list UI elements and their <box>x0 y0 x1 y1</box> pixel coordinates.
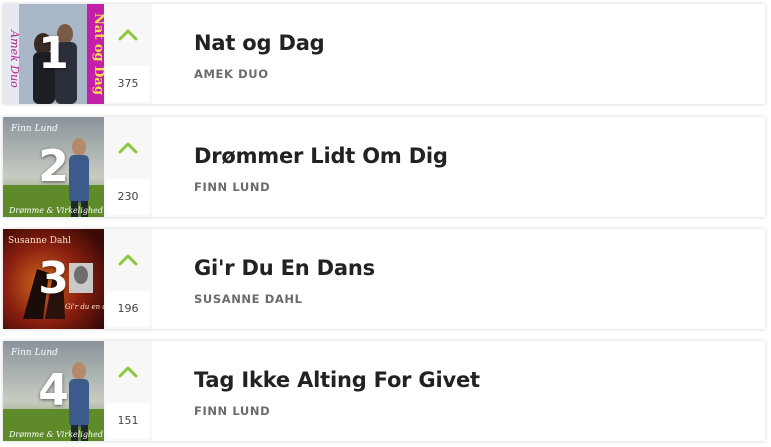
song-title[interactable]: Drømmer Lidt Om Dig <box>194 142 448 170</box>
song-artist[interactable]: FINN LUND <box>194 180 448 194</box>
album-cover[interactable]: Nat og Dag Amek Duo 1 <box>3 4 104 104</box>
chart-entry[interactable]: Finn Lund Drømme & Virkelighed 2 230 Drø… <box>3 117 765 217</box>
album-cover[interactable]: Finn Lund Drømme & Virkelighed 2 <box>3 117 104 217</box>
trend-column: 375 <box>104 4 152 104</box>
song-title[interactable]: Nat og Dag <box>194 29 325 57</box>
song-artist[interactable]: FINN LUND <box>194 404 480 418</box>
rank-number: 3 <box>38 253 69 304</box>
play-count: 151 <box>106 403 150 439</box>
trend-column: 230 <box>104 117 152 217</box>
song-info: Nat og Dag AMEK DUO <box>152 4 325 104</box>
rank-number: 2 <box>38 141 69 192</box>
cover-lettering: Susanne Dahl <box>8 236 71 246</box>
trend-column: 196 <box>104 229 152 329</box>
song-info: Tag Ikke Alting For Givet FINN LUND <box>152 341 480 441</box>
chevron-up-icon <box>118 142 138 154</box>
chevron-up-icon <box>118 254 138 266</box>
chart-entry[interactable]: Finn Lund Drømme & Virkelighed 4 151 Tag… <box>3 341 765 441</box>
song-artist[interactable]: SUSANNE DAHL <box>194 292 375 306</box>
svg-text:Drømme & Virkelighed: Drømme & Virkelighed <box>8 430 103 439</box>
chart-entry[interactable]: Nat og Dag Amek Duo 1 375 Nat og Dag AME… <box>3 4 765 104</box>
chart-entry[interactable]: Susanne Dahl Gi'r du en dans 3 196 Gi'r … <box>3 229 765 329</box>
rank-number: 1 <box>38 28 69 79</box>
rank-number: 4 <box>38 365 69 416</box>
song-title[interactable]: Gi'r Du En Dans <box>194 254 375 282</box>
cover-lettering: Finn Lund <box>10 348 58 358</box>
cover-lettering: Finn Lund <box>10 124 58 134</box>
svg-text:Drømme & Virkelighed: Drømme & Virkelighed <box>8 206 103 215</box>
play-count: 230 <box>106 179 150 215</box>
chevron-up-icon <box>118 29 138 41</box>
album-cover[interactable]: Finn Lund Drømme & Virkelighed 4 <box>3 341 104 441</box>
song-title[interactable]: Tag Ikke Alting For Givet <box>194 366 480 394</box>
trend-column: 151 <box>104 341 152 441</box>
song-artist[interactable]: AMEK DUO <box>194 67 325 81</box>
chart-list: Nat og Dag Amek Duo 1 375 Nat og Dag AME… <box>0 0 771 447</box>
play-count: 375 <box>106 66 150 102</box>
svg-text:Gi'r du en dans: Gi'r du en dans <box>65 303 104 311</box>
album-cover[interactable]: Susanne Dahl Gi'r du en dans 3 <box>3 229 104 329</box>
song-info: Drømmer Lidt Om Dig FINN LUND <box>152 117 448 217</box>
play-count: 196 <box>106 291 150 327</box>
song-info: Gi'r Du En Dans SUSANNE DAHL <box>152 229 375 329</box>
chevron-up-icon <box>118 366 138 378</box>
